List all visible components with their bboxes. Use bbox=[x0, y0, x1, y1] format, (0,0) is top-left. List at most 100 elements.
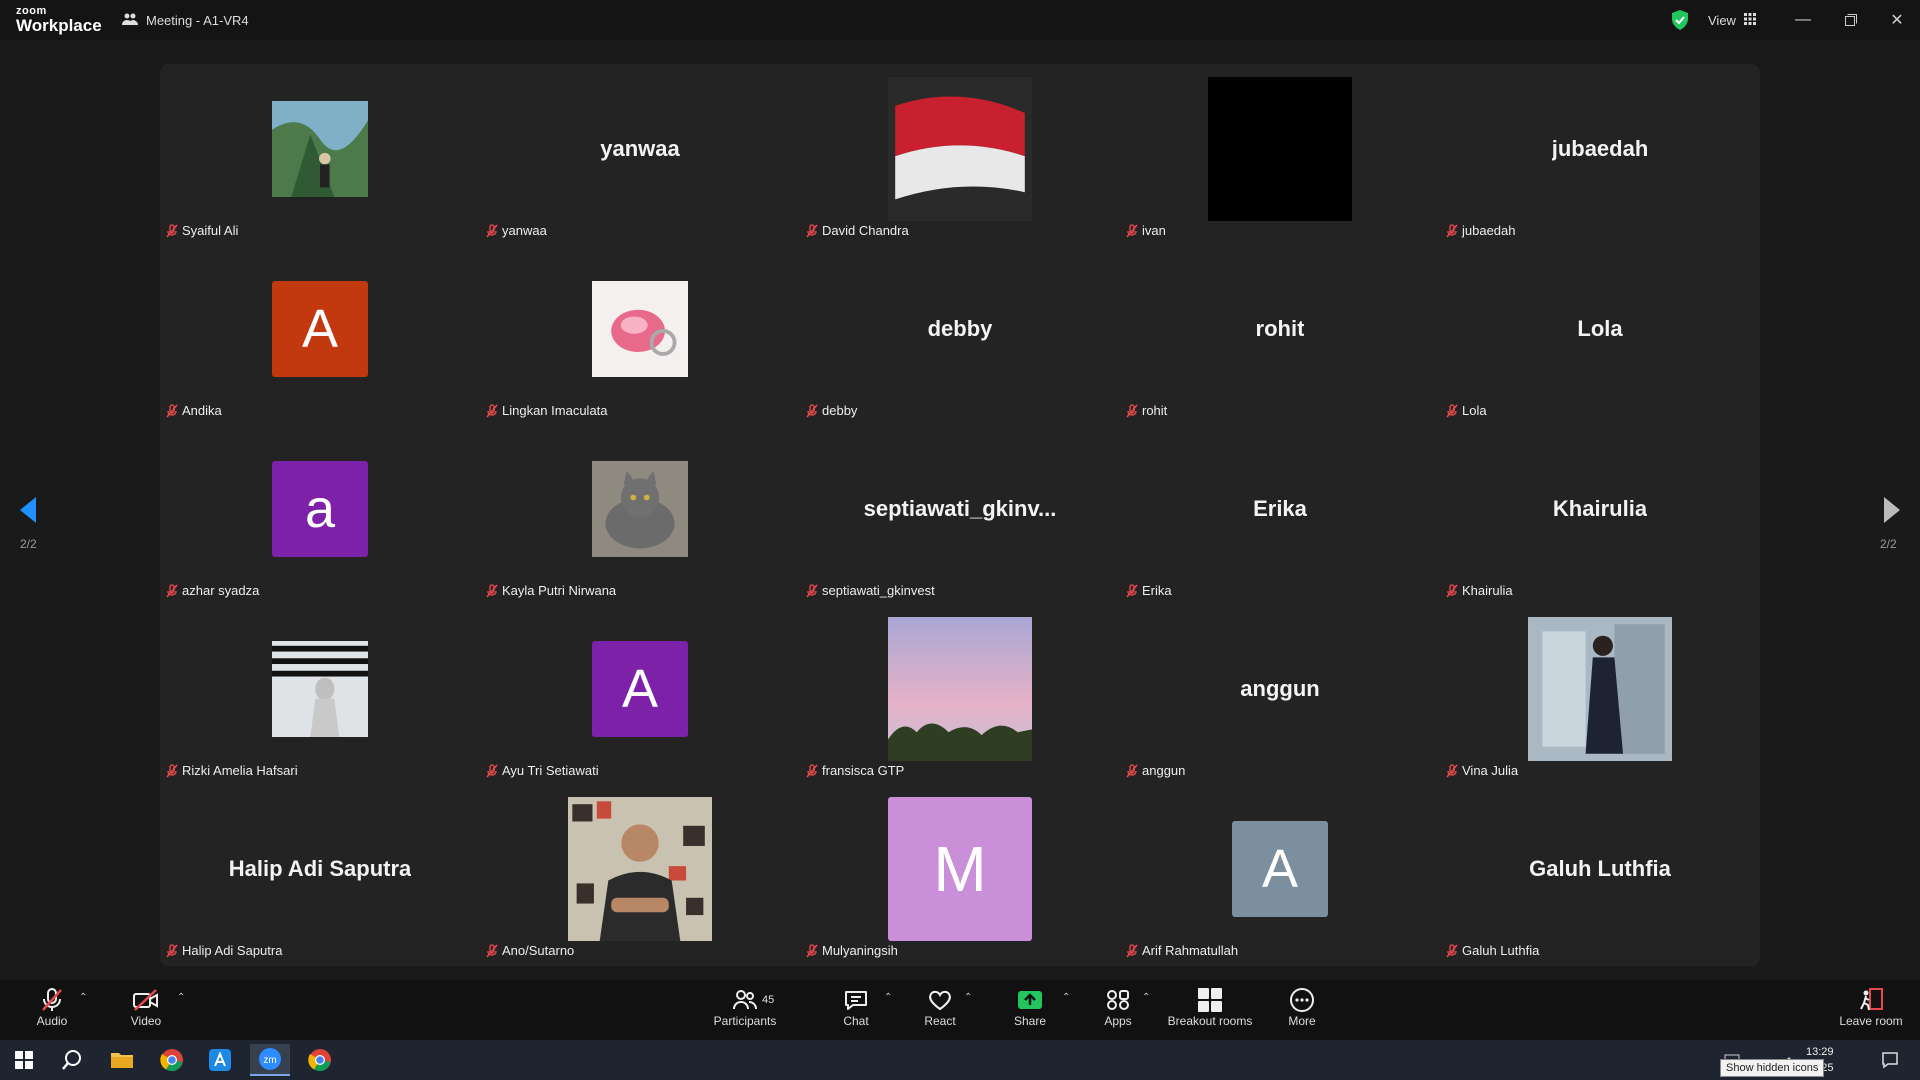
windows-start-icon[interactable] bbox=[4, 1044, 44, 1076]
file-explorer-icon[interactable] bbox=[102, 1044, 142, 1076]
participant-tile[interactable]: A Ayu Tri Setiawati bbox=[480, 604, 800, 784]
participant-tile[interactable]: fransisca GTP bbox=[800, 604, 1120, 784]
participant-tile[interactable]: Kayla Putri Nirwana bbox=[480, 424, 800, 604]
avatar: a bbox=[272, 461, 368, 557]
participant-tile[interactable]: yanwaa yanwaa bbox=[480, 64, 800, 244]
chat-icon bbox=[843, 986, 869, 1014]
participant-name: Andika bbox=[182, 403, 222, 418]
more-button[interactable]: More bbox=[1280, 986, 1324, 1036]
participant-video-area bbox=[160, 604, 480, 774]
participant-tile[interactable]: jubaedah jubaedah bbox=[1440, 64, 1760, 244]
participant-tile[interactable]: Vina Julia bbox=[1440, 604, 1760, 784]
audio-options-chevron-icon[interactable]: ⌃ bbox=[79, 992, 87, 1003]
video-button[interactable]: Video bbox=[126, 986, 166, 1036]
restore-icon[interactable] bbox=[1836, 6, 1866, 34]
leave-room-button[interactable]: Leave room bbox=[1838, 986, 1904, 1036]
flag-photo bbox=[888, 77, 1032, 221]
participant-tile[interactable]: septiawati_gkinv... septiawati_gkinvest bbox=[800, 424, 1120, 604]
participant-name: Lingkan Imaculata bbox=[502, 403, 608, 418]
participant-name-label: Mulyaningsih bbox=[806, 943, 898, 958]
apps-button[interactable]: Apps bbox=[1098, 986, 1138, 1036]
ring-photo bbox=[592, 281, 688, 377]
participant-tile[interactable]: David Chandra bbox=[800, 64, 1120, 244]
participant-video-area: anggun bbox=[1120, 604, 1440, 774]
more-options-icon bbox=[1289, 986, 1315, 1014]
participant-video-area: A bbox=[160, 244, 480, 414]
chrome-icon[interactable] bbox=[152, 1044, 192, 1076]
participant-video-area bbox=[160, 64, 480, 234]
microphone-muted-icon bbox=[1126, 763, 1138, 778]
audio-label: Audio bbox=[36, 1014, 68, 1028]
gallery-view: Syaiful Ali yanwaa yanwaa David Chandra ivan… bbox=[160, 64, 1760, 966]
participant-name-label: rohit bbox=[1126, 403, 1167, 418]
participant-tile[interactable]: Galuh Luthfia Galuh Luthfia bbox=[1440, 784, 1760, 964]
participant-name-label: anggun bbox=[1126, 763, 1185, 778]
participant-video-area: yanwaa bbox=[480, 64, 800, 234]
participant-tile[interactable]: debby debby bbox=[800, 244, 1120, 424]
participant-name: Khairulia bbox=[1462, 583, 1513, 598]
leave-room-icon bbox=[1857, 986, 1885, 1014]
breakout-rooms-button[interactable]: Breakout rooms bbox=[1164, 986, 1256, 1036]
notification-icon[interactable] bbox=[1870, 1044, 1910, 1076]
chrome-profile-icon[interactable] bbox=[300, 1044, 340, 1076]
search-icon[interactable] bbox=[52, 1044, 92, 1076]
participant-name: Arif Rahmatullah bbox=[1142, 943, 1239, 958]
view-button[interactable]: View bbox=[1708, 10, 1756, 30]
participant-name-label: Lingkan Imaculata bbox=[486, 403, 608, 418]
participant-video-area: Halip Adi Saputra bbox=[160, 784, 480, 954]
cat-photo bbox=[592, 461, 688, 557]
participant-tile[interactable]: Rizki Amelia Hafsari bbox=[160, 604, 480, 784]
participant-video-area: Galuh Luthfia bbox=[1440, 784, 1760, 954]
microphone-muted-icon bbox=[806, 403, 818, 418]
chat-button[interactable]: Chat bbox=[836, 986, 876, 1036]
meeting-toolbar: Audio ⌃ Video ⌃ Participants 45 Chat ⌃ R… bbox=[0, 980, 1920, 1040]
landscape-photo bbox=[272, 101, 368, 197]
previous-page-arrow-icon[interactable] bbox=[16, 495, 40, 525]
participant-tile[interactable]: Halip Adi Saputra Halip Adi Saputra bbox=[160, 784, 480, 964]
participant-tile[interactable]: rohit rohit bbox=[1120, 244, 1440, 424]
participant-tile[interactable]: Lingkan Imaculata bbox=[480, 244, 800, 424]
close-icon[interactable]: ✕ bbox=[1882, 6, 1912, 34]
participant-display-name: yanwaa bbox=[600, 136, 680, 161]
zoom-taskbar-icon[interactable]: zm bbox=[250, 1044, 290, 1076]
participant-tile[interactable]: M Mulyaningsih bbox=[800, 784, 1120, 964]
participant-display-name: debby bbox=[927, 316, 993, 341]
share-options-chevron-icon[interactable]: ⌃ bbox=[1062, 992, 1070, 1003]
audio-button[interactable]: Audio bbox=[32, 986, 72, 1036]
microphone-muted-icon bbox=[806, 583, 818, 598]
participant-tile[interactable]: A Arif Rahmatullah bbox=[1120, 784, 1440, 964]
participant-tile[interactable]: ivan bbox=[1120, 64, 1440, 244]
participant-tile[interactable]: A Andika bbox=[160, 244, 480, 424]
apps-options-chevron-icon[interactable]: ⌃ bbox=[1142, 992, 1150, 1003]
participant-tile[interactable]: Khairulia Khairulia bbox=[1440, 424, 1760, 604]
minimize-icon[interactable]: — bbox=[1788, 6, 1818, 34]
participant-video-area: rohit bbox=[1120, 244, 1440, 414]
participant-name-label: Vina Julia bbox=[1446, 763, 1518, 778]
share-button[interactable]: Share bbox=[1010, 986, 1050, 1036]
participant-name-label: Ano/Sutarno bbox=[486, 943, 574, 958]
participant-name: fransisca GTP bbox=[822, 763, 905, 778]
microphone-muted-icon bbox=[806, 763, 818, 778]
grid-icon bbox=[1743, 12, 1756, 28]
next-page-arrow-icon[interactable] bbox=[1880, 495, 1904, 525]
participant-name-label: azhar syadza bbox=[166, 583, 259, 598]
participant-tile[interactable]: Ano/Sutarno bbox=[480, 784, 800, 964]
participant-tile[interactable]: a azhar syadza bbox=[160, 424, 480, 604]
react-button[interactable]: React bbox=[920, 986, 960, 1036]
mirror-photo bbox=[1528, 617, 1672, 761]
participant-display-name: Halip Adi Saputra bbox=[228, 856, 412, 881]
participant-tile[interactable]: Syaiful Ali bbox=[160, 64, 480, 244]
react-options-chevron-icon[interactable]: ⌃ bbox=[964, 992, 972, 1003]
more-label: More bbox=[1288, 1014, 1316, 1028]
chat-options-chevron-icon[interactable]: ⌃ bbox=[884, 992, 892, 1003]
app-store-icon[interactable] bbox=[200, 1044, 240, 1076]
participant-tile[interactable]: Lola Lola bbox=[1440, 244, 1760, 424]
microphone-muted-icon bbox=[1126, 403, 1138, 418]
video-options-chevron-icon[interactable]: ⌃ bbox=[177, 992, 185, 1003]
person-photo bbox=[568, 797, 712, 941]
participant-video-area: Lola bbox=[1440, 244, 1760, 414]
meeting-stage: 2/2 2/2 Syaiful Ali yanwaa yanwaa David Cha… bbox=[0, 40, 1920, 980]
participant-tile[interactable]: Erika Erika bbox=[1120, 424, 1440, 604]
participant-tile[interactable]: anggun anggun bbox=[1120, 604, 1440, 784]
shield-icon[interactable] bbox=[1671, 10, 1689, 30]
